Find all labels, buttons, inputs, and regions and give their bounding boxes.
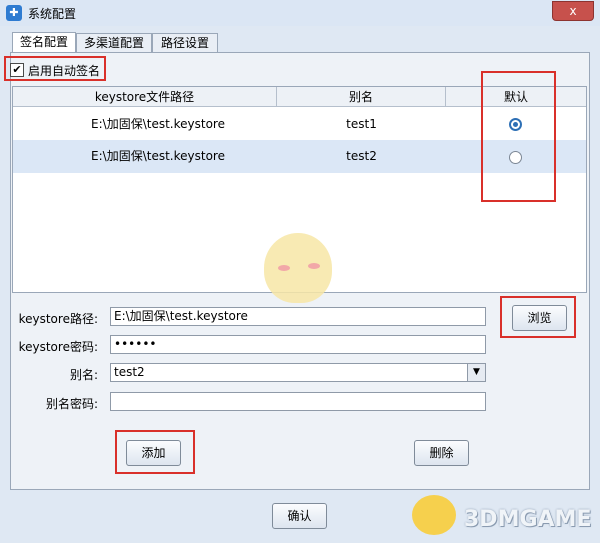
keystore-password-label: keystore密码: <box>18 340 98 354</box>
auto-sign-checkbox[interactable]: ✔ <box>10 63 24 77</box>
auto-sign-label: 启用自动签名 <box>28 64 101 78</box>
window-title: 系统配置 <box>28 7 77 21</box>
column-header-keystore-path[interactable]: keystore文件路径 <box>13 87 277 107</box>
tab-multi-channel-config[interactable]: 多渠道配置 <box>76 33 152 52</box>
alias-select[interactable]: test2 ▼ <box>110 363 486 382</box>
default-radio[interactable] <box>509 118 522 131</box>
alias-cell: test1 <box>346 117 377 131</box>
shield-app-icon: ✚ <box>6 5 22 21</box>
chick-logo-icon <box>412 495 456 535</box>
alias-password-label: 别名密码: <box>45 397 98 411</box>
tab-signature-config[interactable]: 签名配置 <box>12 32 76 53</box>
table-row[interactable]: E:\加固保\test.keystore test2 <box>13 140 586 173</box>
column-header-default[interactable]: 默认 <box>446 87 586 107</box>
tab-path-settings[interactable]: 路径设置 <box>152 33 218 52</box>
alias-label: 别名: <box>69 368 98 382</box>
delete-button[interactable]: 删除 <box>414 440 469 466</box>
mascot-cheek <box>308 263 320 269</box>
add-button[interactable]: 添加 <box>126 440 181 466</box>
keystore-path-cell: E:\加固保\test.keystore <box>91 149 225 163</box>
keystore-path-label: keystore路径: <box>18 312 98 326</box>
keystore-path-cell: E:\加固保\test.keystore <box>91 117 225 131</box>
confirm-button[interactable]: 确认 <box>272 503 327 529</box>
keystore-path-input[interactable]: E:\加固保\test.keystore <box>110 307 486 326</box>
alias-cell: test2 <box>346 149 377 163</box>
default-radio[interactable] <box>509 151 522 164</box>
logo-text: 3DMGAME <box>464 507 592 532</box>
keystore-password-input[interactable]: •••••• <box>110 335 486 354</box>
close-button[interactable]: x <box>552 1 594 21</box>
mascot-watermark-icon <box>246 225 350 315</box>
3dmgame-logo: 3DMGAME <box>408 493 598 541</box>
browse-button[interactable]: 浏览 <box>512 305 567 331</box>
mascot-body <box>264 233 332 303</box>
chevron-down-icon[interactable]: ▼ <box>467 364 485 381</box>
config-window: ✚ 系统配置 x 签名配置 多渠道配置 路径设置 ✔ 启用自动签名 keysto… <box>0 0 600 543</box>
alias-password-input[interactable] <box>110 392 486 411</box>
column-header-alias[interactable]: 别名 <box>277 87 446 107</box>
mascot-cheek <box>278 265 290 271</box>
title-bar: ✚ 系统配置 x <box>0 0 600 26</box>
alias-select-value: test2 <box>114 365 145 379</box>
table-row[interactable]: E:\加固保\test.keystore test1 <box>13 108 586 141</box>
